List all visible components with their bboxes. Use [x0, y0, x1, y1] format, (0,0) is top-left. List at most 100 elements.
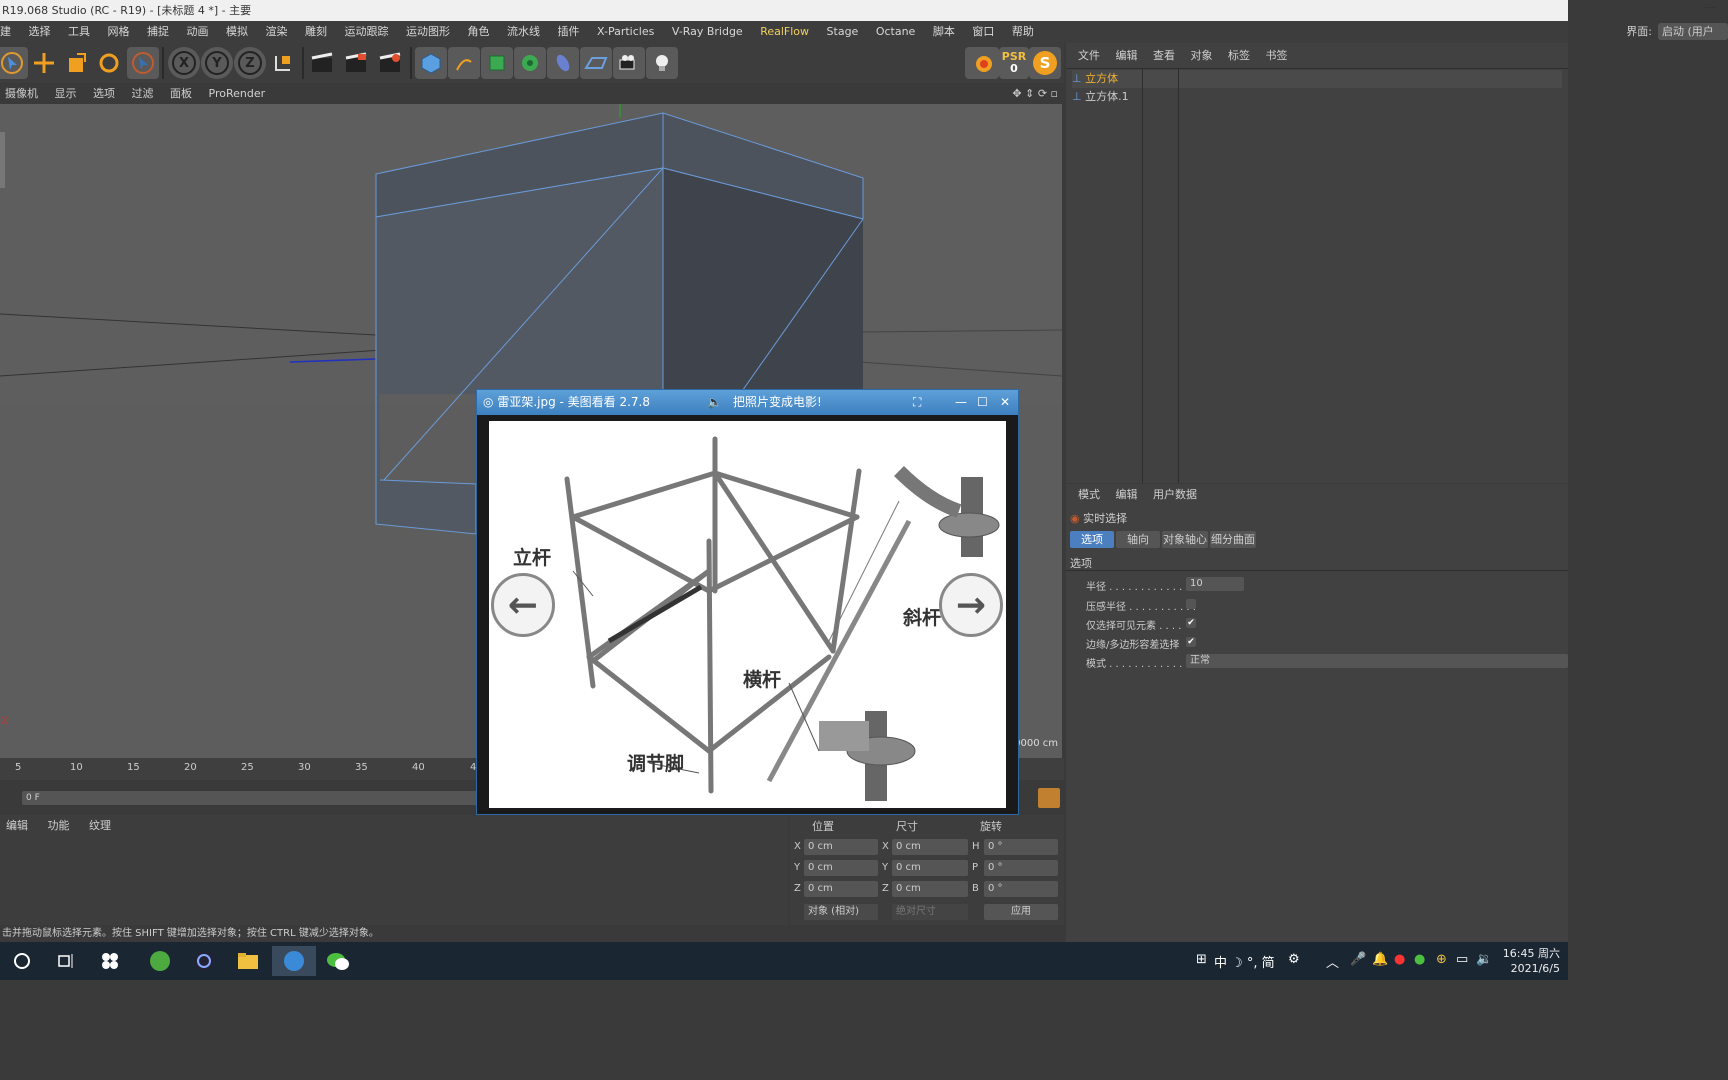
viewer-maximize-button[interactable]: ☐: [977, 390, 988, 415]
view-menu-item[interactable]: 显示: [55, 84, 77, 104]
search-icon[interactable]: [6, 946, 38, 976]
move-icon[interactable]: [28, 47, 60, 79]
image-viewer-task-icon[interactable]: [272, 946, 316, 976]
menu-item[interactable]: X-Particles: [597, 21, 654, 43]
tab-axis[interactable]: 轴向: [1116, 531, 1160, 548]
coord-mode-select[interactable]: 对象 (相对): [804, 904, 878, 920]
menu-item[interactable]: 动画: [187, 21, 209, 43]
material-menu-item[interactable]: 纹理: [89, 815, 111, 837]
menu-item[interactable]: 选择: [29, 21, 51, 43]
menu-item[interactable]: 插件: [558, 21, 580, 43]
browser-icon[interactable]: [144, 946, 176, 976]
tab-options[interactable]: 选项: [1070, 531, 1114, 548]
record-icon[interactable]: [965, 47, 999, 79]
view-menu-item[interactable]: 面板: [170, 84, 192, 104]
pos-z-input[interactable]: 0 cm: [804, 881, 878, 897]
cloner-icon[interactable]: [514, 47, 546, 79]
menu-item[interactable]: 窗口: [972, 21, 994, 43]
object-row[interactable]: ⊥ 立方体: [1072, 70, 1562, 88]
obj-menu-item[interactable]: 书签: [1266, 43, 1288, 69]
size-z-input[interactable]: 0 cm: [892, 881, 968, 897]
network-icon[interactable]: ▭: [1456, 952, 1468, 967]
obj-menu-item[interactable]: 编辑: [1116, 43, 1138, 69]
pos-x-input[interactable]: 0 cm: [804, 839, 878, 855]
s-plugin-icon[interactable]: S: [1029, 47, 1061, 79]
tolerance-select-checkbox[interactable]: ✔: [1186, 637, 1196, 647]
view-menu-item[interactable]: 选项: [93, 84, 115, 104]
menu-item[interactable]: 模拟: [226, 21, 248, 43]
material-menu-item[interactable]: 编辑: [6, 815, 28, 837]
menu-item[interactable]: Octane: [876, 21, 916, 43]
light-icon[interactable]: [646, 47, 678, 79]
obj-menu-item[interactable]: 文件: [1078, 43, 1100, 69]
keyboard-icon[interactable]: ⊞: [1196, 952, 1207, 967]
menu-item[interactable]: 脚本: [933, 21, 955, 43]
render-settings-icon[interactable]: [374, 47, 406, 79]
mode-select[interactable]: 正常: [1186, 654, 1568, 668]
pen-spline-icon[interactable]: [448, 47, 480, 79]
rot-h-input[interactable]: 0 °: [984, 839, 1058, 855]
wechat-icon[interactable]: [322, 946, 354, 976]
z-axis-lock-icon[interactable]: Z: [234, 47, 266, 79]
settings-gear-icon[interactable]: ⚙: [1288, 952, 1300, 967]
previous-image-button[interactable]: ←: [491, 573, 555, 637]
attr-menu-item[interactable]: 模式: [1078, 484, 1100, 506]
view-menu-item[interactable]: 摄像机: [5, 84, 38, 104]
rot-p-input[interactable]: 0 °: [984, 860, 1058, 876]
add-icon[interactable]: ⊕: [1436, 952, 1447, 967]
menu-item[interactable]: 运动跟踪: [345, 21, 389, 43]
next-image-button[interactable]: →: [939, 573, 1003, 637]
fullscreen-icon[interactable]: ⛶: [913, 390, 921, 415]
x-axis-lock-icon[interactable]: X: [168, 47, 200, 79]
app-icon[interactable]: [94, 946, 126, 976]
qq-icon[interactable]: ●: [1394, 952, 1405, 967]
deformer-icon[interactable]: [547, 47, 579, 79]
render-view-icon[interactable]: [306, 47, 338, 79]
menu-item[interactable]: Stage: [827, 21, 859, 43]
image-viewer-window[interactable]: ◎ 雷亚架.jpg - 美图看看 2.7.8 🔈 把照片变成电影! ⛶ — ☐ …: [476, 389, 1019, 815]
radius-input[interactable]: 10: [1186, 577, 1244, 591]
viewer-close-button[interactable]: ✕: [1000, 390, 1010, 415]
attr-menu-item[interactable]: 用户数据: [1153, 484, 1197, 506]
attr-menu-item[interactable]: 编辑: [1116, 484, 1138, 506]
wechat-tray-icon[interactable]: ●: [1414, 952, 1425, 967]
rot-b-input[interactable]: 0 °: [984, 881, 1058, 897]
menu-item[interactable]: 捕捉: [147, 21, 169, 43]
menu-item[interactable]: 网格: [108, 21, 130, 43]
volume-icon[interactable]: 🔉: [1476, 952, 1492, 967]
speaker-icon[interactable]: 🔈: [707, 390, 722, 415]
select-arrow-icon[interactable]: [0, 47, 28, 79]
object-row[interactable]: ⊥ 立方体.1: [1072, 88, 1562, 106]
menu-item[interactable]: 建: [0, 21, 11, 43]
live-select-icon[interactable]: [127, 47, 159, 79]
size-mode-select[interactable]: 绝对尺寸: [892, 904, 968, 920]
task-view-icon[interactable]: [50, 946, 82, 976]
camera-icon[interactable]: [613, 47, 645, 79]
cube-icon[interactable]: [415, 47, 447, 79]
material-menu-item[interactable]: 功能: [48, 815, 70, 837]
menu-item[interactable]: 渲染: [266, 21, 288, 43]
tab-subdivision[interactable]: 细分曲面: [1210, 531, 1256, 548]
cinema4d-icon[interactable]: [188, 946, 220, 976]
visible-only-checkbox[interactable]: ✔: [1186, 618, 1196, 628]
obj-menu-item[interactable]: 对象: [1191, 43, 1213, 69]
scale-icon[interactable]: [60, 47, 92, 79]
ime-status[interactable]: 中 ☽ °, 简: [1214, 952, 1275, 971]
menu-item-realflow[interactable]: RealFlow: [760, 21, 809, 43]
menu-item[interactable]: 帮助: [1012, 21, 1034, 43]
menu-item[interactable]: 流水线: [507, 21, 540, 43]
notification-bell-icon[interactable]: 🔔: [1372, 952, 1388, 967]
viewer-minimize-button[interactable]: —: [955, 390, 967, 415]
chevron-up-icon[interactable]: ︿: [1326, 952, 1339, 971]
timeline-icon[interactable]: [1038, 788, 1060, 808]
coordinate-system-icon[interactable]: [267, 47, 299, 79]
y-axis-lock-icon[interactable]: Y: [201, 47, 233, 79]
subdivision-icon[interactable]: [481, 47, 513, 79]
obj-menu-item[interactable]: 标签: [1228, 43, 1250, 69]
minimize-button[interactable]: —: [1704, 0, 1716, 14]
render-picture-viewer-icon[interactable]: [340, 47, 372, 79]
menu-item[interactable]: 角色: [468, 21, 490, 43]
obj-menu-item[interactable]: 查看: [1153, 43, 1175, 69]
pos-y-input[interactable]: 0 cm: [804, 860, 878, 876]
size-y-input[interactable]: 0 cm: [892, 860, 968, 876]
